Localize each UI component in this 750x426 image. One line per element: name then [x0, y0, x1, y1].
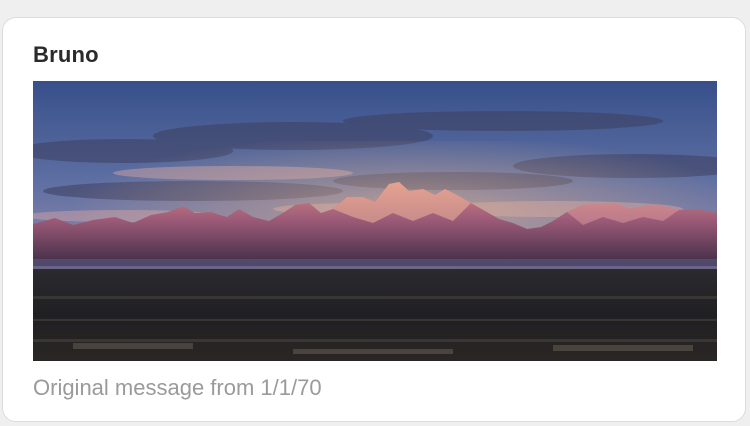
sender-name: Bruno	[33, 42, 99, 67]
message-card: Bruno Original message from 1/1/70	[2, 17, 746, 422]
original-message-date: Original message from 1/1/70	[33, 375, 322, 400]
attachment-image[interactable]	[33, 81, 717, 361]
